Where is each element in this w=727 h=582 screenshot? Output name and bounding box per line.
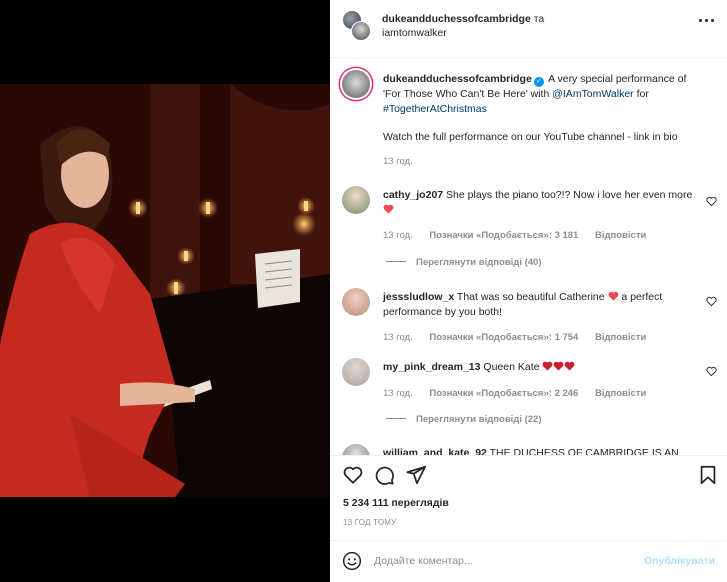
red-heart-emoji-icon	[383, 204, 394, 214]
comment-meta: 13 год. Позначки «Подобається»: 2 246 Ві…	[383, 388, 660, 399]
like-heart-icon[interactable]	[342, 464, 364, 486]
avatar[interactable]	[342, 70, 370, 98]
comment-body: jesssludlow_x That was so beautiful Cath…	[383, 290, 701, 319]
comment-text: THE DUCHESS OF CAMBRIDGE IS AN	[486, 447, 679, 455]
reply-button[interactable]: Відповісти	[595, 388, 646, 399]
caption-text: for	[633, 88, 649, 100]
comment-meta: 13 год. Позначки «Подобається»: 1 754 Ві…	[383, 332, 660, 343]
sparkling-heart-emoji-icon	[553, 361, 564, 371]
comment-username[interactable]: cathy_jo207	[383, 189, 443, 201]
comment-likes[interactable]: Позначки «Подобається»: 1 754	[429, 332, 578, 343]
comment-item: william_and_kate_92 THE DUCHESS OF CAMBR…	[342, 444, 727, 455]
comment-input[interactable]	[374, 551, 634, 571]
comments-list[interactable]: dukeandduchessofcambridge ✓ A very specia…	[330, 58, 727, 455]
red-heart-emoji-icon	[608, 291, 619, 301]
view-replies-button[interactable]: Переглянути відповіді (40)	[386, 257, 542, 268]
mention-link[interactable]: @IAmTomWalker	[552, 88, 633, 100]
post-photo[interactable]	[0, 84, 330, 497]
comment-likes[interactable]: Позначки «Подобається»: 3 181	[429, 230, 578, 241]
piano-performance-image	[0, 84, 330, 497]
author-link[interactable]: iamtomwalker	[382, 27, 447, 39]
emoji-smiley-icon[interactable]	[342, 551, 362, 571]
comment-username[interactable]: my_pink_dream_13	[383, 361, 480, 373]
view-replies-button[interactable]: Переглянути відповіді (22)	[386, 414, 542, 425]
like-comment-heart-icon[interactable]	[706, 366, 717, 377]
author-link[interactable]: dukeandduchessofcambridge	[382, 13, 531, 25]
share-paper-plane-icon[interactable]	[405, 464, 427, 486]
comment-meta: 13 год. Позначки «Подобається»: 3 181 Ві…	[383, 230, 660, 241]
avatar[interactable]	[342, 444, 370, 455]
post-media[interactable]	[0, 0, 330, 582]
caption: dukeandduchessofcambridge ✓ A very specia…	[342, 70, 727, 180]
avatar[interactable]	[351, 21, 371, 41]
sparkling-heart-emoji-icon	[542, 361, 553, 371]
add-comment-bar: Опублікувати	[330, 540, 727, 582]
comment-text: Queen Kate	[480, 361, 543, 373]
sparkling-heart-emoji-icon	[564, 361, 575, 371]
view-count[interactable]: 5 234 111 переглядів	[343, 497, 449, 509]
caption-body: dukeandduchessofcambridge ✓ A very specia…	[383, 72, 701, 145]
comment-body: cathy_jo207 She plays the piano too?!? N…	[383, 188, 701, 217]
collab-authors: dukeandduchessofcambridge та iamtomwalke…	[382, 12, 602, 40]
caption-time: 13 год.	[383, 156, 413, 167]
comment-body: my_pink_dream_13 Queen Kate	[383, 360, 701, 375]
comment-item: cathy_jo207 She plays the piano too?!? N…	[342, 186, 727, 276]
more-options-icon[interactable]	[699, 18, 715, 24]
post-time: 13 ГОД ТОМУ	[343, 518, 397, 527]
post-header: dukeandduchessofcambridge та iamtomwalke…	[330, 0, 727, 58]
caption-username[interactable]: dukeandduchessofcambridge	[383, 73, 532, 85]
comment-item: my_pink_dream_13 Queen Kate 13 год. Позн…	[342, 358, 727, 438]
comment-body: william_and_kate_92 THE DUCHESS OF CAMBR…	[383, 446, 701, 455]
comment-time: 13 год.	[383, 388, 413, 399]
comment-item: jesssludlow_x That was so beautiful Cath…	[342, 288, 727, 358]
like-comment-heart-icon[interactable]	[706, 296, 717, 307]
hashtag-link[interactable]: #TogetherAtChristmas	[383, 103, 487, 115]
conjunction: та	[533, 13, 545, 25]
comment-likes[interactable]: Позначки «Подобається»: 2 246	[429, 388, 578, 399]
comment-username[interactable]: william_and_kate_92	[383, 447, 487, 455]
like-comment-heart-icon[interactable]	[706, 196, 717, 207]
avatar[interactable]	[342, 186, 370, 214]
post-side-panel: dukeandduchessofcambridge та iamtomwalke…	[330, 0, 727, 582]
collab-avatars[interactable]	[342, 10, 372, 42]
comment-text: She plays the piano too?!? Now i love he…	[443, 189, 693, 201]
reply-button[interactable]: Відповісти	[595, 230, 646, 241]
post-actions: 5 234 111 переглядів 13 ГОД ТОМУ	[330, 455, 727, 530]
comment-time: 13 год.	[383, 332, 413, 343]
verified-badge-icon: ✓	[533, 77, 544, 87]
avatar[interactable]	[342, 288, 370, 316]
reply-button[interactable]: Відповісти	[595, 332, 646, 343]
save-bookmark-icon[interactable]	[697, 464, 719, 486]
comment-bubble-icon[interactable]	[373, 464, 395, 486]
comment-username[interactable]: jesssludlow_x	[383, 291, 454, 303]
avatar[interactable]	[342, 358, 370, 386]
comment-text: That was so beautiful Catherine	[454, 291, 608, 303]
caption-text-line2: Watch the full performance on our YouTub…	[383, 131, 678, 143]
comment-time: 13 год.	[383, 230, 413, 241]
post-comment-button[interactable]: Опублікувати	[644, 555, 715, 567]
